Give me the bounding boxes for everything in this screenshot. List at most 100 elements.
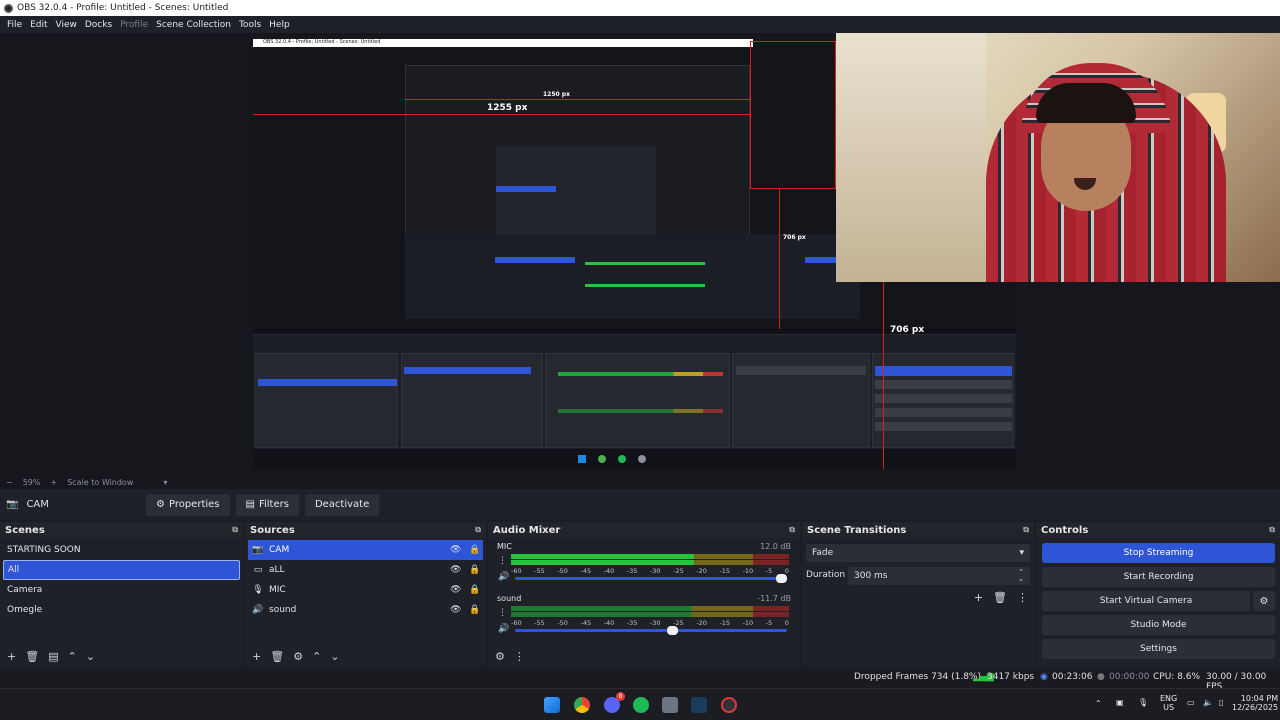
add-icon[interactable]: + [252, 650, 261, 663]
menu-tools[interactable]: Tools [235, 20, 265, 30]
menu-edit[interactable]: Edit [26, 20, 51, 30]
selected-source-name: CAM [26, 499, 49, 510]
settings-gear-icon[interactable] [662, 697, 678, 713]
clock[interactable]: 10:04 PM 12/26/2025 [1232, 694, 1278, 712]
trash-icon[interactable]: 🗑 [25, 650, 39, 663]
menu-help[interactable]: Help [265, 20, 294, 30]
zoom-mode-dropdown-icon[interactable]: ▾ [163, 478, 167, 487]
lock-icon[interactable]: 🔒 [469, 545, 480, 555]
lock-icon[interactable]: 🔒 [469, 605, 480, 615]
trash-icon[interactable]: 🗑 [270, 650, 284, 663]
source-item-cam[interactable]: 📷 CAM 👁 🔒 [248, 540, 483, 560]
deactivate-button[interactable]: Deactivate [304, 493, 380, 516]
volume-tray-icon[interactable]: 🔈 [1203, 698, 1213, 707]
volume-icon[interactable]: 🔊 [498, 572, 509, 582]
duration-input[interactable]: 300 ms ⌃ ⌄ [848, 567, 1030, 585]
menu-profile[interactable]: Profile [116, 20, 152, 30]
add-icon[interactable]: + [7, 650, 16, 663]
sources-title: Sources [250, 524, 295, 536]
move-up-icon[interactable]: ⌃ [312, 650, 321, 663]
meter-tick-label: -20 [696, 567, 707, 575]
network-icon[interactable]: ▭ [1187, 698, 1195, 707]
stop-streaming-button[interactable]: Stop Streaming [1042, 543, 1275, 563]
undock-icon[interactable]: ⧉ [475, 525, 481, 535]
menu-scene-collection[interactable]: Scene Collection [152, 20, 235, 30]
zoom-mode[interactable]: Scale to Window [67, 478, 133, 487]
volume-knob[interactable] [667, 626, 679, 635]
level-meter [511, 612, 789, 617]
discord-icon[interactable]: 8 [604, 692, 625, 713]
eye-icon[interactable]: 👁 [450, 585, 461, 595]
source-item-sound[interactable]: 🔊 sound 👁 🔒 [248, 600, 483, 620]
filter-icon[interactable]: ▤ [48, 650, 58, 663]
tray-app-icon[interactable]: ▣ [1116, 698, 1124, 707]
source-item-mic[interactable]: 🎙 MIC 👁 🔒 [248, 580, 483, 600]
gear-icon[interactable]: ⚙ [293, 650, 303, 663]
undock-icon[interactable]: ⧉ [1269, 525, 1275, 535]
spotify-icon[interactable] [633, 697, 649, 713]
scene-item-selected[interactable]: All [3, 560, 240, 580]
lock-icon[interactable]: 🔒 [469, 585, 480, 595]
volume-slider[interactable] [515, 626, 787, 635]
meter-tick-label: -45 [580, 567, 592, 575]
advanced-audio-icon[interactable]: ⚙ [495, 650, 505, 663]
volume-slider[interactable] [515, 574, 787, 583]
zoom-in-icon[interactable]: + [50, 478, 57, 487]
eye-icon[interactable]: 👁 [450, 545, 461, 555]
transition-selected: Fade [812, 548, 834, 558]
scene-item[interactable]: Omegle [3, 600, 240, 620]
lock-icon[interactable]: 🔒 [469, 565, 480, 575]
move-down-icon[interactable]: ⌄ [86, 650, 95, 663]
eye-icon[interactable]: 👁 [450, 565, 461, 575]
more-vertical-icon[interactable]: ⋮ [1017, 591, 1028, 604]
volume-knob[interactable] [776, 574, 787, 583]
source-item-all[interactable]: ▭ aLL 👁 🔒 [248, 560, 483, 580]
undock-icon[interactable]: ⧉ [789, 525, 795, 535]
meter-tick-label: -30 [649, 567, 661, 575]
steam-icon[interactable] [691, 697, 707, 713]
tray-mic-icon[interactable]: 🎙 [1138, 698, 1148, 707]
chrome-icon[interactable] [574, 697, 590, 713]
battery-icon[interactable]: ▯ [1219, 698, 1223, 707]
add-icon[interactable]: + [974, 591, 983, 604]
menu-docks[interactable]: Docks [81, 20, 116, 30]
menu-file[interactable]: File [3, 20, 26, 30]
preview-area[interactable]: OBS 32.0.4 - Profile: Untitled - Scenes:… [0, 33, 1280, 475]
source-toolbar: 📷 CAM ⚙ Properties ▤ Filters Deactivate [0, 489, 1280, 520]
studio-mode-button[interactable]: Studio Mode [1042, 615, 1275, 635]
undock-icon[interactable]: ⧉ [1023, 525, 1029, 535]
move-up-icon[interactable]: ⌃ [68, 650, 77, 663]
obs-taskbar-icon[interactable] [721, 697, 737, 713]
virtual-camera-settings-icon[interactable]: ⚙ [1253, 591, 1275, 611]
clock-time: 10:04 PM [1240, 694, 1279, 703]
meter-tick-label: -60 [511, 567, 522, 575]
move-down-icon[interactable]: ⌄ [330, 650, 339, 663]
eye-icon[interactable]: 👁 [450, 605, 461, 615]
start-recording-button[interactable]: Start Recording [1042, 567, 1275, 587]
transition-select[interactable]: Fade ▾ [806, 544, 1030, 562]
start-virtual-camera-button[interactable]: Start Virtual Camera [1042, 591, 1250, 611]
settings-button[interactable]: Settings [1042, 639, 1275, 659]
menu-view[interactable]: View [52, 20, 81, 30]
undock-icon[interactable]: ⧉ [232, 525, 238, 535]
captured-transitions [732, 353, 870, 448]
duration-label: Duration [806, 570, 846, 580]
properties-button[interactable]: ⚙ Properties [146, 493, 230, 516]
filters-button[interactable]: ▤ Filters [235, 493, 299, 516]
tray-expand-icon[interactable]: ⌃ [1095, 699, 1102, 708]
transitions-dock: Scene Transitions ⧉ Fade ▾ Duration 300 … [802, 522, 1034, 666]
scene-item[interactable]: Camera [3, 580, 240, 600]
more-vertical-icon[interactable]: ⋮ [498, 556, 507, 566]
more-vertical-icon[interactable]: ⋮ [514, 650, 525, 663]
input-language[interactable]: ENG US [1160, 694, 1177, 712]
scene-item[interactable]: STARTING SOON [3, 540, 240, 560]
windows-start-icon[interactable] [544, 697, 560, 713]
stepper-icon[interactable]: ⌃ ⌄ [1018, 569, 1024, 583]
selected-source: 📷 CAM [6, 499, 146, 510]
nested-webcam-frame [750, 41, 836, 189]
volume-icon[interactable]: 🔊 [498, 624, 509, 634]
zoom-out-icon[interactable]: − [6, 478, 13, 487]
more-vertical-icon[interactable]: ⋮ [498, 608, 507, 618]
trash-icon[interactable]: 🗑 [993, 591, 1007, 604]
obs-logo-icon [4, 3, 13, 13]
